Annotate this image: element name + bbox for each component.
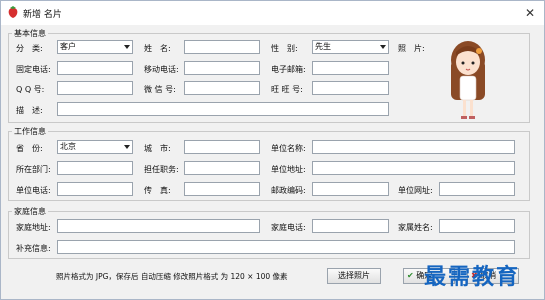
home-phone-input[interactable]: [312, 219, 389, 233]
photo-preview: [451, 41, 485, 119]
qq-label: Q Q 号:: [16, 85, 45, 94]
category-label: 分 类:: [16, 44, 43, 53]
name-input[interactable]: [184, 40, 260, 54]
mobile-input[interactable]: [184, 61, 260, 75]
photo-label: 照 片:: [398, 44, 425, 53]
department-input[interactable]: [57, 161, 133, 175]
wangwang-input[interactable]: [312, 81, 389, 95]
email-input[interactable]: [312, 61, 389, 75]
home-phone-label: 家庭电话:: [271, 223, 306, 232]
wangwang-label: 旺 旺 号:: [271, 85, 303, 94]
choose-photo-label: 选择照片: [338, 271, 370, 280]
company-phone-label: 单位电话:: [16, 186, 51, 195]
chevron-down-icon: [124, 45, 130, 49]
email-label: 电子邮箱:: [271, 65, 306, 74]
gender-value: 先生: [315, 42, 331, 51]
landline-input[interactable]: [57, 61, 133, 75]
description-input[interactable]: [57, 102, 389, 116]
wechat-label: 微 信 号:: [144, 85, 176, 94]
chevron-down-icon: [380, 45, 386, 49]
home-address-input[interactable]: [57, 219, 260, 233]
title-bar: 新增 名片 ✕: [1, 1, 544, 25]
province-label: 省 份:: [16, 144, 43, 153]
extra-info-label: 补充信息:: [16, 244, 51, 253]
company-input[interactable]: [312, 140, 515, 154]
city-input[interactable]: [184, 140, 260, 154]
window-title: 新增 名片: [23, 10, 62, 20]
province-value: 北京: [60, 142, 76, 151]
wechat-input[interactable]: [184, 81, 260, 95]
description-label: 描 述:: [16, 106, 43, 115]
website-input[interactable]: [439, 182, 515, 196]
check-icon: ✔: [407, 271, 414, 280]
dialog-window: 新增 名片 ✕ 基本信息 分 类: 客户 姓 名: 性 别: 先生 照 片: 固…: [0, 0, 545, 300]
company-address-label: 单位地址:: [271, 165, 306, 174]
family-member-input[interactable]: [439, 219, 515, 233]
chevron-down-icon: [124, 145, 130, 149]
close-icon[interactable]: ✕: [522, 5, 538, 21]
extra-info-input[interactable]: [57, 240, 515, 254]
gender-label: 性 别:: [271, 44, 298, 53]
city-label: 城 市:: [144, 144, 171, 153]
category-value: 客户: [60, 42, 76, 51]
province-select[interactable]: 北京: [57, 140, 133, 154]
fax-label: 传 真:: [144, 186, 171, 195]
website-label: 单位网址:: [398, 186, 433, 195]
position-input[interactable]: [184, 161, 260, 175]
zip-input[interactable]: [312, 182, 389, 196]
strawberry-icon: [8, 6, 18, 18]
family-member-label: 家属姓名:: [398, 223, 433, 232]
home-address-label: 家庭地址:: [16, 223, 51, 232]
position-label: 担任职务:: [144, 165, 179, 174]
company-address-input[interactable]: [312, 161, 515, 175]
qq-input[interactable]: [57, 81, 133, 95]
basic-info-legend: 基本信息: [12, 28, 48, 39]
photo-format-note: 照片格式为 JPG，保存后 自动压缩 修改照片格式 为 120 × 100 像素: [56, 272, 288, 281]
company-label: 单位名称:: [271, 144, 306, 153]
category-select[interactable]: 客户: [57, 40, 133, 54]
watermark: 最需教育: [424, 264, 521, 290]
name-label: 姓 名:: [144, 44, 171, 53]
family-info-legend: 家庭信息: [12, 206, 48, 217]
landline-label: 固定电话:: [16, 65, 51, 74]
zip-label: 邮政编码:: [271, 186, 306, 195]
choose-photo-button[interactable]: 选择照片: [327, 268, 381, 284]
fax-input[interactable]: [184, 182, 260, 196]
company-phone-input[interactable]: [57, 182, 133, 196]
department-label: 所在部门:: [16, 165, 51, 174]
work-info-legend: 工作信息: [12, 126, 48, 137]
gender-select[interactable]: 先生: [312, 40, 389, 54]
mobile-label: 移动电话:: [144, 65, 179, 74]
